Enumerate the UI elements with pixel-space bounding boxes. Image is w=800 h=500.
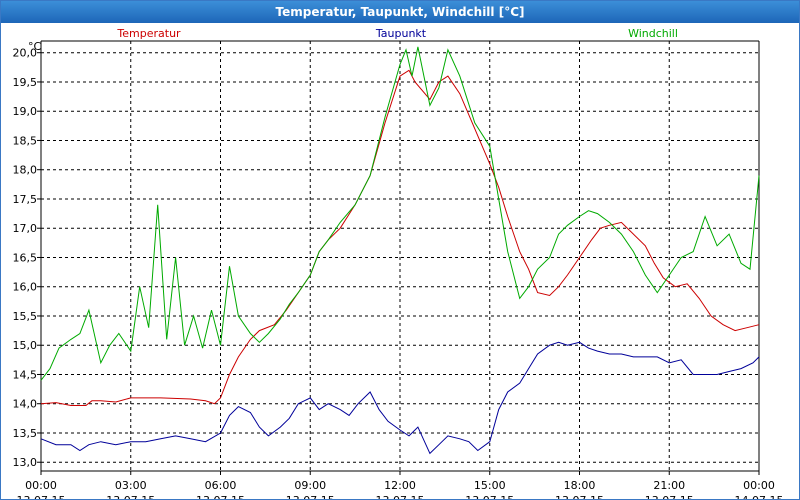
y-tick-label: 13,5 <box>13 427 38 440</box>
axes: 13,0 13,5 14,0 14,5 15,0 15,5 16,0 16,5 17,0 17,5… <box>13 40 784 499</box>
x-tick-time: 00:00 <box>743 479 775 492</box>
y-tick-label: 16,5 <box>13 251 38 264</box>
y-tick-label: 18,5 <box>13 134 38 147</box>
y-tick-label: 17,0 <box>13 222 38 235</box>
x-tick-time: 00:00 <box>25 479 57 492</box>
x-tick-time: 18:00 <box>564 479 596 492</box>
x-tick-time: 12:00 <box>384 479 416 492</box>
x-tick-time: 09:00 <box>294 479 326 492</box>
x-tick-time: 06:00 <box>205 479 237 492</box>
y-tick-label: 14,0 <box>13 398 38 411</box>
x-tick-date: 13.07.15 <box>196 494 245 499</box>
x-tick-time: 15:00 <box>474 479 506 492</box>
y-tick-label: 14,5 <box>13 368 38 381</box>
grid <box>40 41 760 471</box>
legend-temperatur: Temperatur <box>116 27 181 40</box>
chart-canvas: 13,0 13,5 14,0 14,5 15,0 15,5 16,0 16,5 17,0 17,5… <box>13 27 784 499</box>
x-tick-date: 13.07.15 <box>555 494 604 499</box>
y-tick-label: 17,5 <box>13 193 38 206</box>
chart-window: Temperatur, Taupunkt, Windchill [°C] 13,… <box>0 0 800 500</box>
y-tick-label: 15,0 <box>13 339 38 352</box>
y-tick-label: 18,0 <box>13 164 38 177</box>
window-title: Temperatur, Taupunkt, Windchill [°C] <box>1 1 799 23</box>
x-tick-date: 13.07.15 <box>106 494 155 499</box>
legend-windchill: Windchill <box>628 27 678 40</box>
y-tick-label: 16,0 <box>13 281 38 294</box>
y-tick-label: 19,5 <box>13 76 38 89</box>
y-tick-label: 13,0 <box>13 456 38 469</box>
y-tick-label: 19,0 <box>13 105 38 118</box>
x-tick-date: 14.07.15 <box>735 494 784 499</box>
x-tick-date: 13.07.15 <box>17 494 66 499</box>
x-tick-time: 03:00 <box>115 479 147 492</box>
x-tick-date: 13.07.15 <box>286 494 335 499</box>
x-tick-date: 13.07.15 <box>645 494 694 499</box>
legend: Temperatur Taupunkt Windchill <box>116 27 678 40</box>
x-tick-date: 13.07.15 <box>465 494 514 499</box>
x-tick-date: 13.07.15 <box>376 494 425 499</box>
legend-taupunkt: Taupunkt <box>375 27 427 40</box>
y-axis-unit-label: °C <box>28 40 42 53</box>
y-tick-label: 15,5 <box>13 310 38 323</box>
x-tick-time: 21:00 <box>653 479 685 492</box>
